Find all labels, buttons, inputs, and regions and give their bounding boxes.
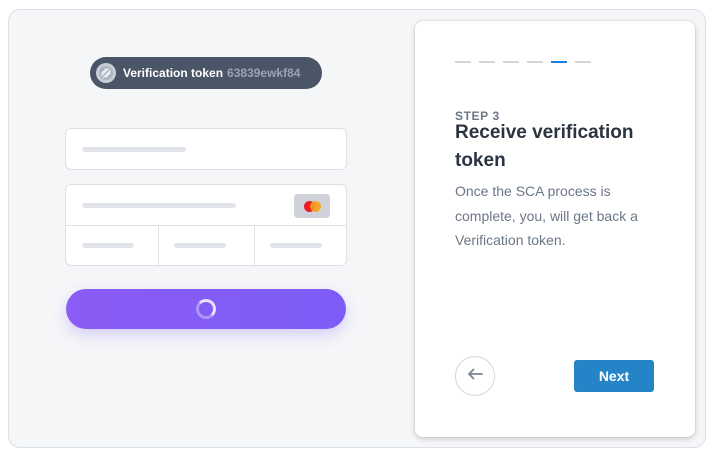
card-cvc-placeholder-bar (174, 243, 226, 248)
card-postal-placeholder-bar (270, 243, 322, 248)
back-button[interactable] (455, 356, 495, 396)
card-details-field (65, 184, 347, 266)
name-field-placeholder-bar (82, 147, 186, 152)
step-indicator (503, 61, 519, 63)
mastercard-icon (294, 194, 330, 218)
card-number-placeholder-bar (82, 203, 236, 208)
pay-button[interactable] (66, 289, 346, 329)
token-stripes-icon (96, 63, 116, 83)
step-progress (455, 61, 599, 63)
card-number-field[interactable] (66, 185, 346, 226)
step-indicator (455, 61, 471, 63)
step-indicator (527, 61, 543, 63)
step-title: Receive verification token (455, 122, 634, 171)
step-indicator-active (551, 61, 567, 63)
card-postal-field[interactable] (255, 226, 346, 265)
token-label: Verification token (123, 66, 224, 80)
card-cvc-field[interactable] (159, 226, 255, 265)
verification-token-badge: Verification token 63839ewkf84 (90, 57, 322, 89)
next-button[interactable]: Next (574, 360, 654, 392)
step-indicator (479, 61, 495, 63)
card-expiry-placeholder-bar (82, 243, 134, 248)
name-field[interactable] (65, 128, 347, 170)
arrow-left-icon (467, 367, 483, 385)
step-card: STEP 3 Receive verification token Once t… (415, 21, 695, 437)
step-description: Once the SCA process is complete, you, w… (455, 183, 638, 248)
spinner-icon (196, 299, 216, 319)
step-indicator (575, 61, 591, 63)
token-value: 63839ewkf84 (227, 66, 301, 80)
card-expiry-field[interactable] (66, 226, 159, 265)
